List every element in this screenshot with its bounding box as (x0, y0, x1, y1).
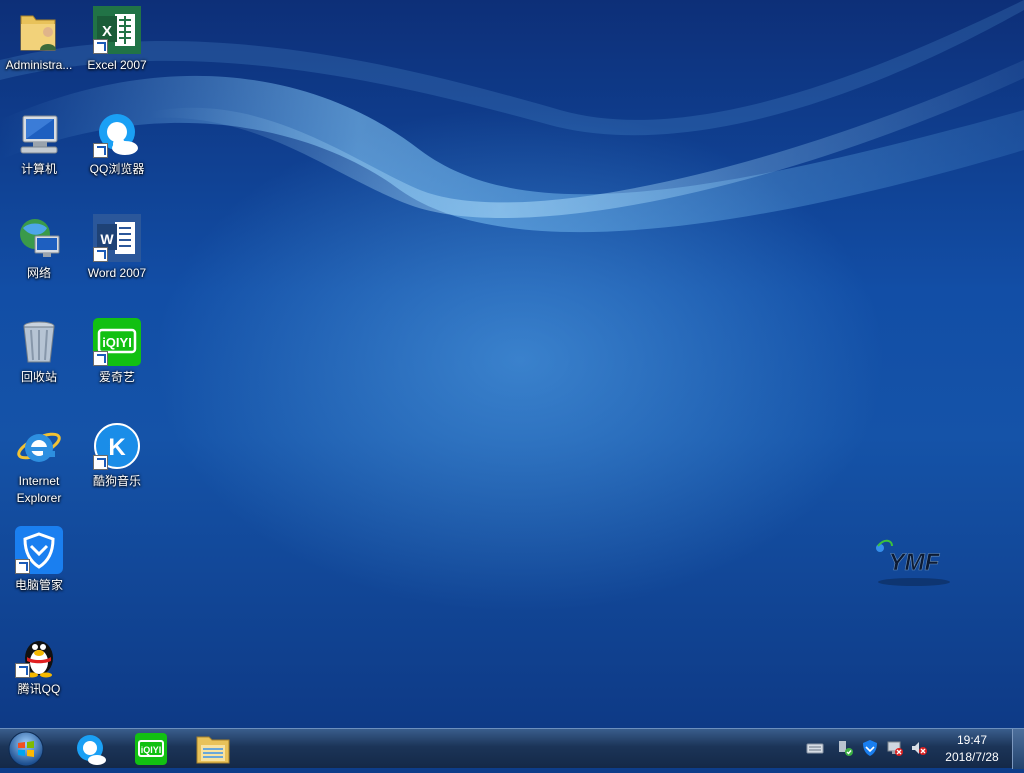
shortcut-arrow-icon (93, 247, 108, 262)
desktop-icon-label: 酷狗音乐 (92, 474, 141, 488)
desktop-icon-excel-2007[interactable]: X Excel 2007 (78, 2, 156, 98)
svg-text:iQIYI: iQIYI (102, 335, 132, 350)
keyboard-icon[interactable] (806, 739, 824, 757)
iqiyi-icon: iQIYI (135, 733, 167, 765)
shortcut-arrow-icon (15, 663, 30, 678)
pc-manager-shield-icon (15, 526, 63, 574)
computer-icon (15, 110, 63, 158)
svg-text:W: W (100, 231, 114, 247)
desktop-icon-label: QQ浏览器 (89, 162, 145, 176)
kugou-icon: K (93, 422, 141, 470)
desktop-icon-label: 爱奇艺 (98, 370, 135, 384)
file-explorer-icon (196, 736, 230, 764)
desktop-icon-kugou-music[interactable]: K 酷狗音乐 (78, 418, 156, 514)
desktop-icon-network[interactable]: 网络 (0, 210, 78, 306)
desktop-icon-label: 计算机 (20, 162, 57, 176)
user-folder-icon (15, 6, 63, 54)
qq-browser-icon (93, 110, 141, 158)
taskbar-file-explorer[interactable] (191, 731, 235, 767)
clock-date: 2018/7/28 (945, 750, 999, 764)
desktop-icon-label: Word 2007 (87, 266, 147, 280)
shortcut-arrow-icon (93, 455, 108, 470)
svg-text:K: K (108, 434, 126, 461)
desktop-icon-label: 网络 (26, 266, 51, 280)
desktop-icon-label: 电脑管家 (14, 578, 63, 592)
desktop-icon-qq-browser[interactable]: QQ浏览器 (78, 106, 156, 202)
qq-browser-icon (77, 735, 106, 765)
taskbar-iqiyi[interactable]: iQIYI (129, 731, 173, 767)
word-icon: W (93, 214, 141, 262)
desktop-icon-label: 腾讯QQ (17, 682, 61, 696)
qq-penguin-icon (15, 630, 63, 678)
clock-time: 19:47 (956, 733, 988, 747)
shortcut-arrow-icon (93, 143, 108, 158)
desktop-icon-label: Internet Explorer (16, 474, 62, 505)
desktop[interactable]: Administra... 计算机 网络 回收站 Internet Explor… (0, 0, 1024, 728)
shortcut-arrow-icon (93, 351, 108, 366)
excel-icon: X (93, 6, 141, 54)
desktop-icon-word-2007[interactable]: W Word 2007 (78, 210, 156, 306)
desktop-icon-administrator[interactable]: Administra... (0, 2, 78, 98)
internet-explorer-icon (15, 422, 63, 470)
start-button[interactable] (6, 730, 46, 768)
network-icon[interactable] (886, 739, 904, 757)
desktop-icon-pc-manager[interactable]: 电脑管家 (0, 522, 78, 618)
recycle-bin-icon (15, 318, 63, 366)
desktop-icon-label: Administra... (5, 58, 73, 72)
iqiyi-icon: iQIYI (93, 318, 141, 366)
shortcut-arrow-icon (15, 559, 30, 574)
desktop-icon-label: Excel 2007 (87, 58, 147, 72)
taskbar-qq-browser[interactable] (68, 731, 112, 767)
security-shield-icon[interactable] (861, 739, 879, 757)
volume-muted-icon[interactable] (910, 739, 928, 757)
shortcut-arrow-icon (93, 39, 108, 54)
system-clock[interactable]: 19:47 2018/7/28 (934, 732, 1010, 766)
usb-icon[interactable] (836, 739, 854, 757)
desktop-icon-internet-explorer[interactable]: Internet Explorer (0, 418, 78, 514)
desktop-icon-tencent-qq[interactable]: 腾讯QQ (0, 626, 78, 722)
desktop-icon-label: 回收站 (20, 370, 57, 384)
svg-text:iQIYI: iQIYI (141, 745, 162, 755)
ymf-watermark-logo: YMF (866, 536, 962, 592)
desktop-icon-recycle-bin[interactable]: 回收站 (0, 314, 78, 410)
taskbar: iQIYI 19:47 2018/7/28 (0, 728, 1024, 769)
logo-text: YMF (889, 549, 941, 576)
svg-text:X: X (102, 23, 112, 40)
desktop-icon-computer[interactable]: 计算机 (0, 106, 78, 202)
network-globe-icon (15, 214, 63, 262)
show-desktop-button[interactable] (1012, 729, 1024, 769)
desktop-icon-iqiyi[interactable]: iQIYI 爱奇艺 (78, 314, 156, 410)
